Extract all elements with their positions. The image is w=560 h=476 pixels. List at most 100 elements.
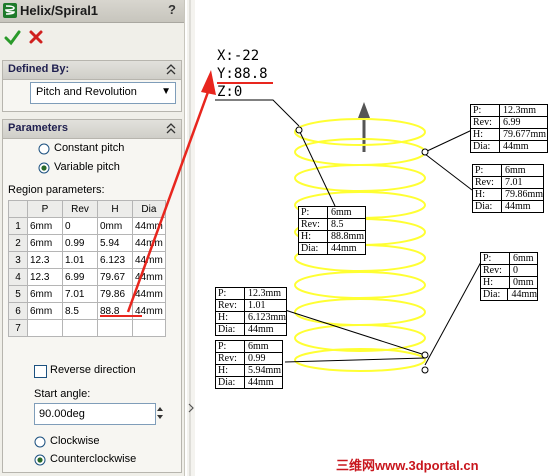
variable-pitch-label: Variable pitch bbox=[54, 161, 120, 173]
callout-value: 6.99 bbox=[499, 117, 547, 128]
cell-h[interactable]: 6.123 bbox=[97, 251, 133, 269]
table-row: 3 12.3 1.01 6.123 44mm bbox=[8, 251, 166, 269]
panel-splitter[interactable] bbox=[187, 0, 195, 476]
cell-dia[interactable]: 44mm bbox=[132, 234, 166, 252]
callout-key: P: bbox=[218, 341, 227, 352]
cell-p[interactable]: 6mm bbox=[27, 302, 63, 320]
defined-by-value: Pitch and Revolution bbox=[36, 86, 137, 98]
cell-rev[interactable]: 0.99 bbox=[62, 234, 98, 252]
counterclockwise-radio[interactable] bbox=[34, 454, 46, 466]
cell-p[interactable]: 6mm bbox=[27, 285, 63, 303]
row-number: 6 bbox=[8, 302, 28, 320]
graphics-viewport[interactable]: X:-22 Y:88.8 Z:0 P: 6mm Rev: 8.5 H: 88.8mm … bbox=[195, 0, 560, 476]
callout-value: 12.3mm bbox=[499, 105, 547, 116]
cell-h[interactable]: 0mm bbox=[97, 217, 133, 235]
cell-rev[interactable]: 6.99 bbox=[62, 268, 98, 286]
callout-value: 44mm bbox=[501, 201, 543, 212]
table-row: 4 12.3 6.99 79.67 44mm bbox=[8, 268, 166, 286]
constant-pitch-radio[interactable] bbox=[38, 143, 50, 155]
callout-key: H: bbox=[483, 277, 493, 288]
coord-x: X:-22 bbox=[217, 48, 260, 64]
cell-dia[interactable] bbox=[132, 319, 166, 337]
callout-key: Dia: bbox=[473, 141, 491, 152]
callout-value: 6mm bbox=[327, 207, 365, 218]
row-number: 1 bbox=[8, 217, 28, 235]
cell-rev[interactable]: 1.01 bbox=[62, 251, 98, 269]
cell-h[interactable] bbox=[97, 319, 133, 337]
callout-key: Dia: bbox=[483, 289, 501, 300]
callout-value: 44mm bbox=[507, 289, 537, 300]
column-header: Dia bbox=[132, 200, 166, 218]
table-row: 2 6mm 0.99 5.94 44mm bbox=[8, 234, 166, 252]
callout-key: Rev: bbox=[483, 265, 502, 276]
defined-by-header[interactable]: Defined By: bbox=[3, 61, 181, 80]
clockwise-radio[interactable] bbox=[34, 436, 46, 448]
defined-by-title: Defined By: bbox=[8, 63, 70, 75]
cell-rev[interactable]: 0 bbox=[62, 217, 98, 235]
row-number: 7 bbox=[8, 319, 28, 337]
cell-h[interactable]: 5.94 bbox=[97, 234, 133, 252]
callout-region-1[interactable]: P: 6mm Rev: 0 H: 0mm Dia: 44mm bbox=[480, 252, 538, 301]
callout-region-2[interactable]: P: 6mm Rev: 0.99 H: 5.94mm Dia: 44mm bbox=[215, 340, 283, 389]
callout-key: H: bbox=[475, 189, 485, 200]
parameters-header[interactable]: Parameters bbox=[3, 120, 181, 139]
callout-value: 88.8mm bbox=[327, 231, 365, 242]
cell-p[interactable]: 6mm bbox=[27, 217, 63, 235]
cell-rev[interactable]: 8.5 bbox=[62, 302, 98, 320]
callout-region-5[interactable]: P: 6mm Rev: 7.01 H: 79.86mm Dia: 44mm bbox=[472, 164, 544, 213]
start-angle-label: Start angle: bbox=[34, 388, 91, 400]
cell-rev[interactable]: 7.01 bbox=[62, 285, 98, 303]
cell-dia[interactable]: 44mm bbox=[132, 285, 166, 303]
cell-h[interactable]: 79.67 bbox=[97, 268, 133, 286]
callout-key: Dia: bbox=[218, 377, 236, 388]
cell-dia[interactable]: 44mm bbox=[132, 268, 166, 286]
callout-value: 1.01 bbox=[244, 300, 286, 311]
table-row: 1 6mm 0 0mm 44mm bbox=[8, 217, 166, 235]
callout-point-top[interactable]: P: 6mm Rev: 8.5 H: 88.8mm Dia: 44mm bbox=[298, 206, 366, 255]
callout-value: 8.5 bbox=[327, 219, 365, 230]
collapse-chevron-icon[interactable] bbox=[166, 63, 176, 75]
counterclockwise-label: Counterclockwise bbox=[50, 453, 137, 465]
table-row: 5 6mm 7.01 79.86 44mm bbox=[8, 285, 166, 303]
cell-h-highlighted[interactable]: 88.8 bbox=[97, 302, 133, 320]
defined-by-dropdown[interactable]: Pitch and Revolution ▼ bbox=[30, 82, 176, 104]
table-row: 6 6mm 8.5 88.8 44mm bbox=[8, 302, 166, 320]
cell-p[interactable]: 12.3 bbox=[27, 251, 63, 269]
callout-key: H: bbox=[218, 365, 228, 376]
helix-feature-icon bbox=[3, 3, 17, 18]
callout-region-3[interactable]: P: 12.3mm Rev: 1.01 H: 6.123mm Dia: 44mm bbox=[215, 287, 287, 336]
callout-value: 6.123mm bbox=[243, 312, 286, 323]
start-angle-value: 90.00deg bbox=[39, 408, 85, 420]
collapse-chevron-icon[interactable] bbox=[166, 122, 176, 134]
corner-cell bbox=[8, 200, 28, 218]
callout-key: Rev: bbox=[218, 353, 237, 364]
callout-value: 0.99 bbox=[244, 353, 282, 364]
cell-dia[interactable]: 44mm bbox=[132, 302, 166, 320]
callout-value: 7.01 bbox=[501, 177, 543, 188]
cancel-x-icon[interactable] bbox=[28, 29, 44, 45]
cell-rev[interactable] bbox=[62, 319, 98, 337]
start-angle-spinner[interactable] bbox=[155, 403, 165, 423]
column-header: H bbox=[97, 200, 133, 218]
cell-dia[interactable]: 44mm bbox=[132, 251, 166, 269]
callout-value: 0 bbox=[509, 265, 537, 276]
callout-key: P: bbox=[473, 105, 482, 116]
callout-region-4[interactable]: P: 12.3mm Rev: 6.99 H: 79.677mm Dia: 44mm bbox=[470, 104, 548, 153]
cell-dia[interactable]: 44mm bbox=[132, 217, 166, 235]
callout-value: 6mm bbox=[509, 253, 537, 264]
cell-p[interactable] bbox=[27, 319, 63, 337]
row-number: 3 bbox=[8, 251, 28, 269]
help-button[interactable]: ? bbox=[164, 2, 180, 19]
variable-pitch-radio[interactable] bbox=[38, 162, 50, 174]
cell-p[interactable]: 6mm bbox=[27, 234, 63, 252]
reverse-direction-checkbox[interactable] bbox=[34, 365, 47, 378]
callout-value: 12.3mm bbox=[244, 288, 286, 299]
callout-value: 44mm bbox=[244, 377, 282, 388]
cell-h[interactable]: 79.86 bbox=[97, 285, 133, 303]
callout-value: 5.94mm bbox=[244, 365, 282, 376]
ok-check-icon[interactable] bbox=[4, 29, 21, 46]
cell-p[interactable]: 12.3 bbox=[27, 268, 63, 286]
start-angle-input[interactable]: 90.00deg bbox=[34, 403, 156, 425]
row-number: 4 bbox=[8, 268, 28, 286]
watermark-text: 三维网www.3dportal.cn bbox=[336, 458, 479, 473]
